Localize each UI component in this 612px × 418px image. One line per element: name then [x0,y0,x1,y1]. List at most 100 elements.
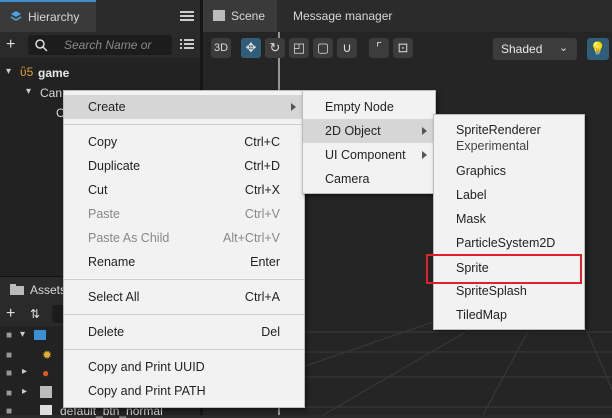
search-box[interactable]: Search Name or [28,35,172,55]
menu-item-sublabel: Experimental [456,139,529,153]
menu-icon[interactable] [180,10,194,22]
menu-item-label-component[interactable]: Label [434,183,584,207]
lock-icon[interactable]: ■ [6,388,12,399]
local-button[interactable]: ⊡ [393,38,413,58]
menu-item-mask[interactable]: Mask [434,207,584,231]
menu-item-ui-component[interactable]: UI Component [303,143,435,167]
local-icon: ⊡ [397,40,409,55]
context-menu: Create Copy Ctrl+C Duplicate Ctrl+D Cut … [63,90,305,408]
menu-item-copy-path[interactable]: Copy and Print PATH [64,379,304,403]
hierarchy-tab-label: Hierarchy [28,10,80,24]
menu-item-paste-as-child[interactable]: Paste As Child Alt+Ctrl+V [64,226,304,250]
tree-node-canvas[interactable]: Can [40,86,62,100]
menu-item-particle-system-2d[interactable]: ParticleSystem2D [434,231,584,255]
menu-item-label: Cut [88,183,108,197]
hierarchy-toolbar: + Search Name or [0,32,200,58]
menu-item-label: Camera [325,172,370,186]
menu-item-label: Paste As Child [88,231,170,245]
pivot-icon: ⌜ [375,40,383,55]
assets-tab-label[interactable]: Assets [30,283,66,297]
menu-item-shortcut: Ctrl+C [244,135,280,149]
menu-item-label: Graphics [456,164,507,178]
menu-item-delete[interactable]: Delete Del [64,320,304,344]
menu-item-label: 2D Object [325,124,381,138]
dot-icon: ● [42,366,50,380]
mode-3d-button[interactable]: 3D [211,38,231,58]
rect-tool-button[interactable]: ▢ [313,38,333,58]
rotate-tool-button[interactable]: ↻ [265,38,285,58]
menu-item-label: SpriteRenderer [456,123,541,137]
menu-item-label: UI Component [325,148,406,162]
asset-box-icon [40,386,52,398]
menu-item-sprite-renderer[interactable]: SpriteRenderer Experimental [434,121,584,157]
scale-tool-button[interactable]: ◰ [289,38,309,58]
menu-item-shortcut: Ctrl+V [244,207,280,221]
flame-icon: ὒ5 [20,65,34,79]
lock-icon[interactable]: ■ [6,368,12,379]
search-placeholder: Search Name or [64,38,152,52]
menu-separator [64,124,304,125]
add-icon[interactable]: + [6,37,15,53]
menu-item-select-all[interactable]: Select All Ctrl+A [64,285,304,309]
tab-message-manager[interactable]: Message manager [293,9,392,23]
create-submenu: Empty Node 2D Object UI Component Camera [302,90,436,194]
menu-item-camera[interactable]: Camera [303,167,435,191]
scale-icon: ◰ [292,40,306,55]
pivot-button[interactable]: ⌜ [369,38,389,58]
menu-item-label: Empty Node [325,100,394,114]
list-icon[interactable] [180,38,194,53]
light-button[interactable]: 💡 [587,38,609,60]
image-icon [213,10,225,21]
menu-item-tiled-map[interactable]: TiledMap [434,303,584,327]
lock-icon[interactable]: ■ [6,350,12,361]
menu-item-rename[interactable]: Rename Enter [64,250,304,274]
menu-item-empty-node[interactable]: Empty Node [303,95,435,119]
menu-item-copy-uuid[interactable]: Copy and Print UUID [64,355,304,379]
menu-item-duplicate[interactable]: Duplicate Ctrl+D [64,154,304,178]
menu-item-label: Mask [456,212,486,226]
move-icon: ✥ [245,40,257,55]
menu-item-label: Select All [88,290,140,304]
shading-select-value: Shaded [501,42,543,56]
layers-icon [10,10,22,22]
lock-icon[interactable]: ■ [6,330,12,341]
move-tool-button[interactable]: ✥ [241,38,261,58]
hierarchy-tab[interactable]: Hierarchy [0,0,96,32]
tree-node-game[interactable]: game [38,66,69,80]
menu-item-shortcut: Ctrl+X [244,183,280,197]
sort-icon[interactable]: ⇅ [30,307,40,321]
chevron-down-icon[interactable]: ▾ [6,66,11,77]
magnet-tool-button[interactable]: ∪ [337,38,357,58]
menu-separator [64,314,304,315]
tab-scene-label: Scene [231,9,266,23]
chevron-right-icon[interactable]: ▸ [22,366,27,377]
chevron-down-icon[interactable]: ▾ [20,329,25,340]
chevron-right-icon [291,103,296,111]
menu-separator [64,349,304,350]
search-icon [34,38,48,55]
menu-item-create[interactable]: Create [64,95,304,119]
menu-item-label: TiledMap [456,308,507,322]
menu-item-label: Create [88,100,126,114]
object2d-submenu: SpriteRenderer Experimental Graphics Lab… [433,114,585,330]
rotate-icon: ↻ [269,40,281,55]
lock-icon[interactable]: ■ [6,406,12,417]
menu-item-cut[interactable]: Cut Ctrl+X [64,178,304,202]
chevron-down-icon[interactable]: ▾ [26,86,31,97]
menu-item-label: Label [456,188,487,202]
menu-item-paste[interactable]: Paste Ctrl+V [64,202,304,226]
rect-icon: ▢ [316,40,330,55]
add-icon[interactable]: + [6,306,15,322]
menu-item-graphics[interactable]: Graphics [434,159,584,183]
menu-item-label: Duplicate [88,159,141,173]
menu-item-label: Copy and Print UUID [88,360,205,374]
chevron-right-icon[interactable]: ▸ [22,386,27,397]
menu-item-copy[interactable]: Copy Ctrl+C [64,130,304,154]
tab-scene[interactable]: Scene [203,0,277,32]
shading-select[interactable]: Shaded ⌄ [493,38,577,60]
menu-item-shortcut: Alt+Ctrl+V [223,231,280,245]
highlight-box [426,254,582,284]
folder-icon [34,330,46,340]
menu-item-2d-object[interactable]: 2D Object [303,119,435,143]
menu-item-label: Paste [88,207,120,221]
